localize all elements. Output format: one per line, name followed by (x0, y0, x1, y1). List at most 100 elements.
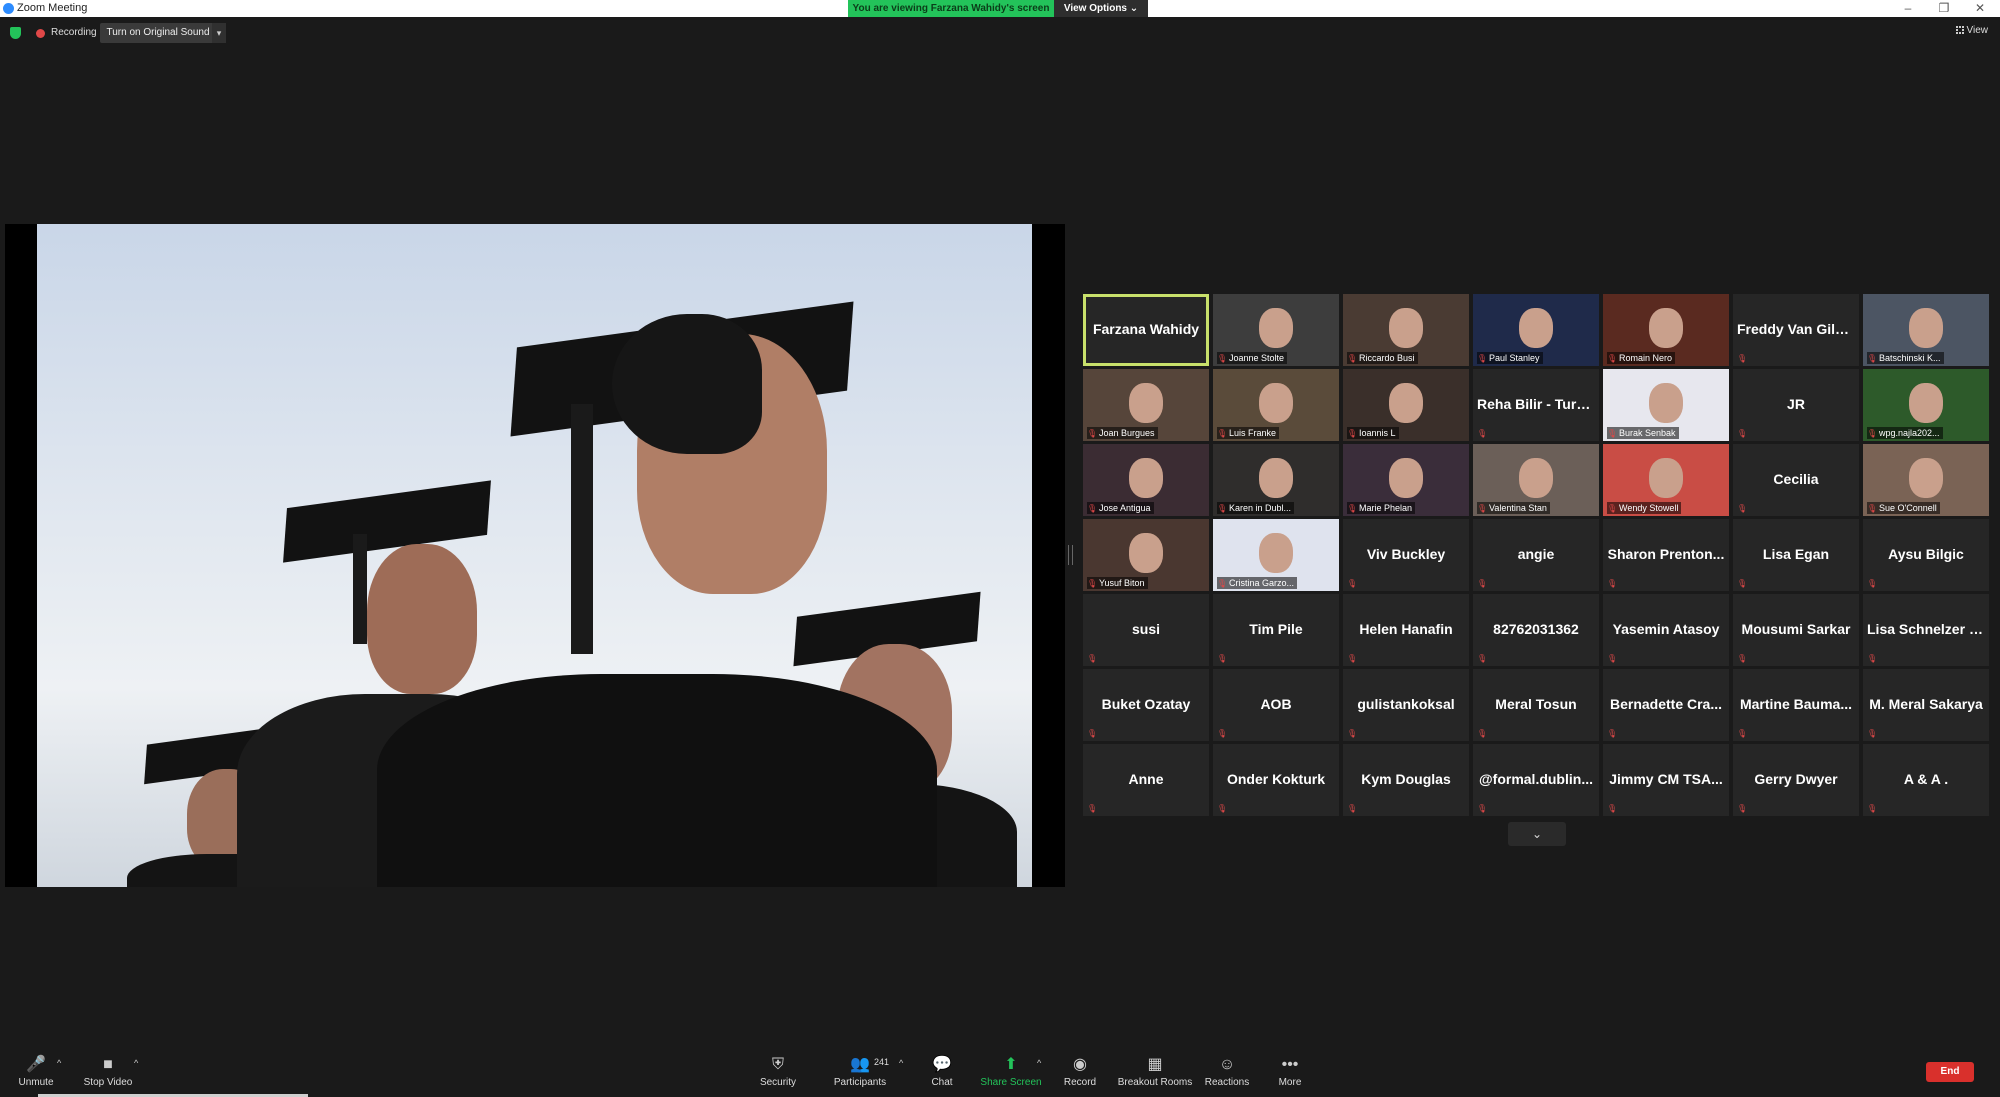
record-button[interactable]: ◉ Record (1040, 1055, 1120, 1088)
shared-screen[interactable] (5, 224, 1065, 887)
end-meeting-button[interactable]: End (1926, 1062, 1974, 1082)
chat-button[interactable]: 💬 Chat (902, 1055, 982, 1088)
participant-tile[interactable]: Luis Franke 🎙 (1213, 369, 1339, 441)
participant-tile[interactable]: Marie Phelan 🎙 (1343, 444, 1469, 516)
original-sound-dropdown[interactable]: ▾ (212, 23, 226, 43)
participant-face-shape (1259, 308, 1293, 348)
participant-tile[interactable]: Freddy Van Gilb... 🎙 (1733, 294, 1859, 366)
participant-name: Cristina Garzo... (1217, 577, 1298, 589)
participant-face-shape (1129, 533, 1163, 573)
participant-tile[interactable]: Tim Pile 🎙 (1213, 594, 1339, 666)
participant-name: Helen Hanafin (1359, 621, 1453, 637)
original-sound-button[interactable]: Turn on Original Sound (100, 23, 216, 43)
participant-tile[interactable]: Valentina Stan 🎙 (1473, 444, 1599, 516)
participant-tile[interactable]: Sue O'Connell 🎙 (1863, 444, 1989, 516)
participant-tile[interactable]: Cristina Garzo... 🎙 (1213, 519, 1339, 591)
video-options-caret[interactable]: ^ (134, 1058, 138, 1068)
muted-microphone-icon: 🎙 (1607, 654, 1618, 663)
participant-tile[interactable]: gulistankoksal 🎙 (1343, 669, 1469, 741)
muted-microphone-icon: 🎙 (1477, 804, 1488, 813)
participant-tile[interactable]: Helen Hanafin 🎙 (1343, 594, 1469, 666)
participant-tile[interactable]: Batschinski K... 🎙 (1863, 294, 1989, 366)
participant-tile[interactable]: Paul Stanley 🎙 (1473, 294, 1599, 366)
participant-face-shape (1909, 383, 1943, 423)
participant-face-shape (1389, 458, 1423, 498)
muted-microphone-icon: 🎙 (1737, 354, 1748, 363)
participant-tile[interactable]: Jimmy CM TSA... 🎙 (1603, 744, 1729, 816)
participant-tile[interactable]: Anne 🎙 (1083, 744, 1209, 816)
panel-splitter-handle[interactable] (1068, 545, 1073, 565)
muted-microphone-icon: 🎙 (1477, 354, 1488, 363)
participant-tile[interactable]: Viv Buckley 🎙 (1343, 519, 1469, 591)
muted-microphone-icon: 🎙 (1607, 804, 1618, 813)
muted-microphone-icon: 🎙 (1217, 804, 1228, 813)
participant-tile[interactable]: Lisa Schnelzer -... 🎙 (1863, 594, 1989, 666)
gallery-next-page-button[interactable]: ⌄ (1508, 822, 1566, 846)
participant-tile[interactable]: 82762031362 🎙 (1473, 594, 1599, 666)
participant-tile[interactable]: Onder Kokturk 🎙 (1213, 744, 1339, 816)
window-title: Zoom Meeting (17, 2, 88, 14)
breakout-rooms-button[interactable]: ▦ Breakout Rooms (1114, 1055, 1196, 1088)
stop-video-label: Stop Video (83, 1077, 133, 1088)
participant-tile[interactable]: Wendy Stowell 🎙 (1603, 444, 1729, 516)
participant-tile[interactable]: Karen in Dubl... 🎙 (1213, 444, 1339, 516)
close-button[interactable]: ✕ (1962, 0, 1998, 17)
participant-face-shape (1129, 383, 1163, 423)
participant-tile[interactable]: Romain Nero 🎙 (1603, 294, 1729, 366)
participant-tile[interactable]: JR 🎙 (1733, 369, 1859, 441)
breakout-rooms-label: Breakout Rooms (1117, 1077, 1193, 1088)
participant-tile[interactable]: angie 🎙 (1473, 519, 1599, 591)
participant-tile[interactable]: Reha Bilir - Turk... 🎙 (1473, 369, 1599, 441)
muted-microphone-icon: 🎙 (1477, 504, 1488, 513)
participant-name: M. Meral Sakarya (1869, 696, 1983, 712)
participant-tile[interactable]: Joan Burgues 🎙 (1083, 369, 1209, 441)
participant-tile[interactable]: Jose Antigua 🎙 (1083, 444, 1209, 516)
participant-tile[interactable]: Yasemin Atasoy 🎙 (1603, 594, 1729, 666)
participant-tile[interactable]: Martine Bauma... 🎙 (1733, 669, 1859, 741)
unmute-button[interactable]: 🎤 Unmute (0, 1055, 76, 1088)
chat-bubble-icon: 💬 (932, 1056, 952, 1073)
participant-tile[interactable]: AOB 🎙 (1213, 669, 1339, 741)
participant-tile[interactable]: @formal.dublin... 🎙 (1473, 744, 1599, 816)
participant-tile[interactable]: wpg.najla202... 🎙 (1863, 369, 1989, 441)
participant-tile[interactable]: Ioannis L 🎙 (1343, 369, 1469, 441)
participant-name: Batschinski K... (1867, 352, 1944, 364)
muted-microphone-icon: 🎤 (26, 1056, 46, 1073)
participant-tile[interactable]: Riccardo Busi 🎙 (1343, 294, 1469, 366)
audio-options-caret[interactable]: ^ (57, 1058, 61, 1068)
participant-tile[interactable]: susi 🎙 (1083, 594, 1209, 666)
participant-tile[interactable]: Farzana Wahidy (1083, 294, 1209, 366)
participant-tile[interactable]: Gerry Dwyer 🎙 (1733, 744, 1859, 816)
participant-tile[interactable]: Joanne Stolte 🎙 (1213, 294, 1339, 366)
participant-tile[interactable]: Meral Tosun 🎙 (1473, 669, 1599, 741)
participant-tile[interactable]: Sharon Prenton... 🎙 (1603, 519, 1729, 591)
participant-tile[interactable]: Kym Douglas 🎙 (1343, 744, 1469, 816)
participant-name: susi (1131, 621, 1160, 637)
participant-name: angie (1517, 546, 1555, 562)
participant-tile[interactable]: Bernadette Cra... 🎙 (1603, 669, 1729, 741)
participant-tile[interactable]: Cecilia 🎙 (1733, 444, 1859, 516)
participant-name: Kym Douglas (1361, 771, 1451, 787)
minimize-button[interactable]: – (1890, 0, 1926, 17)
participant-name: @formal.dublin... (1479, 771, 1593, 787)
more-label: More (1278, 1077, 1302, 1088)
participant-tile[interactable]: Yusuf Biton 🎙 (1083, 519, 1209, 591)
view-options-button[interactable]: View Options ⌄ (1054, 0, 1148, 17)
participant-tile[interactable]: Mousumi Sarkar 🎙 (1733, 594, 1859, 666)
participant-face-shape (1519, 308, 1553, 348)
encryption-shield-icon[interactable] (10, 27, 21, 39)
participant-tile[interactable]: Burak Senbak 🎙 (1603, 369, 1729, 441)
participant-name: Buket Ozatay (1101, 696, 1191, 712)
participant-face-shape (1389, 383, 1423, 423)
participant-tile[interactable]: Aysu Bilgic 🎙 (1863, 519, 1989, 591)
more-button[interactable]: ••• More (1250, 1055, 1330, 1088)
muted-microphone-icon: 🎙 (1347, 729, 1358, 738)
participant-tile[interactable]: A & A . 🎙 (1863, 744, 1989, 816)
view-button[interactable]: View (1955, 25, 1988, 36)
participant-tile[interactable]: Buket Ozatay 🎙 (1083, 669, 1209, 741)
participant-name: Valentina Stan (1477, 502, 1550, 514)
restore-button[interactable]: ❐ (1926, 0, 1962, 17)
participant-tile[interactable]: Lisa Egan 🎙 (1733, 519, 1859, 591)
participant-tile[interactable]: M. Meral Sakarya 🎙 (1863, 669, 1989, 741)
security-button[interactable]: ⛨ Security (738, 1055, 818, 1088)
